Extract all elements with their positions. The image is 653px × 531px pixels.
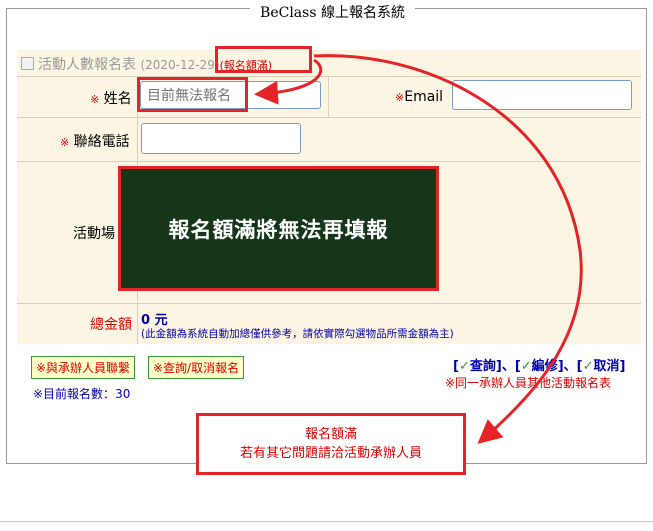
arrow-to-message [313, 54, 583, 444]
arrow-to-name [254, 58, 323, 105]
annotation-arrows [254, 54, 583, 444]
page-divider [0, 521, 653, 522]
